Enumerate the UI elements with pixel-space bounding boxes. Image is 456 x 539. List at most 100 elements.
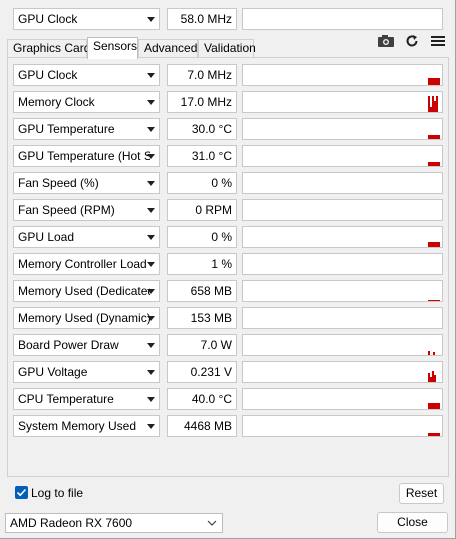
sensor-label: Board Power Draw xyxy=(18,338,119,352)
sensor-value: 1 % xyxy=(167,253,237,275)
dropdown-arrow-icon xyxy=(147,100,155,105)
dropdown-arrow-icon xyxy=(147,370,155,375)
sensor-label: Fan Speed (RPM) xyxy=(18,203,115,217)
dropdown-arrow-icon xyxy=(147,154,155,159)
tab-validation[interactable]: Validation xyxy=(198,39,256,58)
sensor-label: System Memory Used xyxy=(18,419,137,433)
tab-graphics-card[interactable]: Graphics Card xyxy=(7,39,90,58)
sensor-selector[interactable]: Memory Used (Dynamic) xyxy=(13,307,160,329)
sensor-label: Memory Clock xyxy=(18,95,95,109)
sensor-value: 58.0 MHz xyxy=(167,8,237,30)
sensor-graph xyxy=(242,172,443,194)
sensor-selector[interactable]: GPU Load xyxy=(13,226,160,248)
dropdown-arrow-icon xyxy=(147,17,155,22)
dropdown-arrow-icon xyxy=(147,316,155,321)
dropdown-arrow-icon xyxy=(147,181,155,186)
reset-button[interactable]: Reset xyxy=(399,483,444,504)
top-sensor-strip: GPU Clock 58.0 MHz xyxy=(0,0,456,36)
sensor-value: 40.0 °C xyxy=(167,388,237,410)
sensor-value: 658 MB xyxy=(167,280,237,302)
sensor-graph xyxy=(242,8,443,30)
sensor-label: GPU Clock xyxy=(18,12,78,26)
sensor-graph xyxy=(242,64,443,86)
graph-spike xyxy=(428,300,440,301)
sensor-selector[interactable]: Board Power Draw xyxy=(13,334,160,356)
camera-icon[interactable] xyxy=(377,34,395,50)
sensor-selector[interactable]: Memory Clock xyxy=(13,91,160,113)
log-to-file-checkbox[interactable] xyxy=(15,486,28,499)
sensor-selector[interactable]: Fan Speed (RPM) xyxy=(13,199,160,221)
gpu-select-value: AMD Radeon RX 7600 xyxy=(10,516,133,530)
sensor-graph xyxy=(242,361,443,383)
dropdown-arrow-icon xyxy=(147,235,155,240)
sensor-value: 153 MB xyxy=(167,307,237,329)
close-button[interactable]: Close xyxy=(377,512,448,533)
sensor-value: 7.0 W xyxy=(167,334,237,356)
dropdown-arrow-icon xyxy=(147,424,155,429)
sensor-selector[interactable]: GPU Voltage xyxy=(13,361,160,383)
sensor-graph xyxy=(242,226,443,248)
dropdown-arrow-icon xyxy=(147,73,155,78)
sensor-row: Board Power Draw 7.0 W xyxy=(13,334,443,356)
graph-spike xyxy=(434,375,436,382)
sensor-selector[interactable]: Fan Speed (%) xyxy=(13,172,160,194)
sensor-value: 0 % xyxy=(167,172,237,194)
top-sensor-row: GPU Clock 58.0 MHz xyxy=(13,8,443,30)
log-to-file-label: Log to file xyxy=(31,486,84,500)
sensor-selector[interactable]: Memory Controller Load xyxy=(13,253,160,275)
sensor-label: Memory Used (Dynamic) xyxy=(18,311,150,325)
graph-spike xyxy=(428,373,430,382)
sensor-graph xyxy=(242,307,443,329)
graph-spike xyxy=(432,96,434,112)
sensor-label: GPU Clock xyxy=(18,68,78,82)
sensor-value: 31.0 °C xyxy=(167,145,237,167)
dropdown-arrow-icon xyxy=(147,127,155,132)
graph-spike xyxy=(428,242,440,247)
sensor-selector[interactable]: GPU Temperature (Hot Spot) xyxy=(13,145,160,167)
sensor-label: GPU Temperature (Hot Spot) xyxy=(18,149,150,163)
sensor-label: GPU Temperature xyxy=(18,122,115,136)
sensor-value: 7.0 MHz xyxy=(167,64,237,86)
sensor-value: 0 % xyxy=(167,226,237,248)
sensor-row: GPU Temperature (Hot Spot) 31.0 °C xyxy=(13,145,443,167)
graph-spike xyxy=(428,403,440,409)
graph-spike xyxy=(434,101,436,112)
sensor-graph xyxy=(242,91,443,113)
sensor-row: Fan Speed (%) 0 % xyxy=(13,172,443,194)
graph-spike xyxy=(428,135,440,139)
sensor-row: GPU Clock 7.0 MHz xyxy=(13,64,443,86)
sensor-selector[interactable]: GPU Clock xyxy=(13,64,160,86)
sensor-graph xyxy=(242,118,443,140)
graph-spike xyxy=(436,96,438,112)
sensor-graph xyxy=(242,145,443,167)
graph-spike xyxy=(430,377,432,382)
gpu-select[interactable]: AMD Radeon RX 7600 xyxy=(5,513,223,533)
sensor-graph xyxy=(242,280,443,302)
gpu-z-window: GPU Clock 58.0 MHz Graphics Card Sensors… xyxy=(0,0,456,539)
menu-icon[interactable] xyxy=(431,34,445,50)
sensor-selector[interactable]: Memory Used (Dedicated) xyxy=(13,280,160,302)
sensor-graph xyxy=(242,334,443,356)
sensor-graph xyxy=(242,199,443,221)
sensor-row: GPU Voltage 0.231 V xyxy=(13,361,443,383)
graph-spike xyxy=(433,352,435,355)
tab-sensors[interactable]: Sensors xyxy=(87,37,138,59)
sensor-label: GPU Voltage xyxy=(18,365,88,379)
sensor-row: GPU Temperature 30.0 °C xyxy=(13,118,443,140)
graph-spike xyxy=(428,96,430,112)
sensor-selector[interactable]: GPU Clock xyxy=(13,8,160,30)
sensor-value: 0.231 V xyxy=(167,361,237,383)
sensor-label: Memory Controller Load xyxy=(18,257,147,271)
sensor-row: GPU Load 0 % xyxy=(13,226,443,248)
sensor-graph xyxy=(242,253,443,275)
graph-spike xyxy=(428,162,440,166)
sensor-label: CPU Temperature xyxy=(18,392,114,406)
sensor-selector[interactable]: System Memory Used xyxy=(13,415,160,437)
sensor-label: Memory Used (Dedicated) xyxy=(18,284,150,298)
graph-spike xyxy=(428,351,430,355)
sensor-row: Memory Controller Load 1 % xyxy=(13,253,443,275)
sensor-selector[interactable]: CPU Temperature xyxy=(13,388,160,410)
sensor-selector[interactable]: GPU Temperature xyxy=(13,118,160,140)
tab-advanced[interactable]: Advanced xyxy=(138,39,198,58)
refresh-icon[interactable] xyxy=(405,34,419,50)
